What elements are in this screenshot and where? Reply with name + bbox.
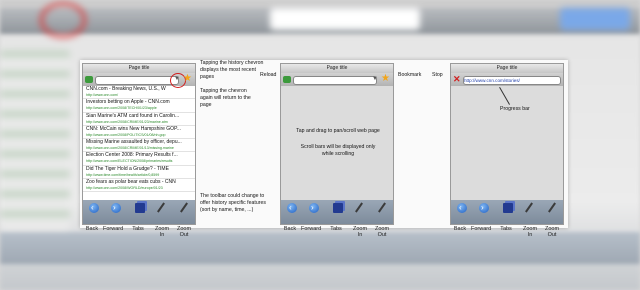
history-item-url: http://www.cnn.com/2008/CRIME/01/23/mari… [86, 119, 168, 124]
note-history: Tapping the history chevron displays the… [200, 60, 264, 80]
note-pan: Tap and drag to pan/scroll web page [296, 128, 380, 134]
tabs-icon[interactable] [503, 203, 513, 213]
url-bar: ▼ ★ [83, 73, 195, 88]
label-zoom-in: Zoom In [154, 226, 170, 238]
forward-icon[interactable]: › [111, 203, 121, 213]
bg-progress [560, 8, 630, 30]
phone-history: Page title ▼ ★ CNN.com - Breaking News, … [82, 63, 196, 225]
bg-list [0, 50, 70, 230]
note-bookmark: Bookmark [398, 72, 422, 78]
history-item[interactable]: Sian Marine's ATM card found in Carolin.… [83, 113, 195, 126]
history-item[interactable]: Election Center 2008: Primary Results f.… [83, 152, 195, 166]
bookmark-star-icon[interactable]: ★ [381, 74, 390, 84]
zoom-in-icon[interactable] [157, 202, 165, 213]
url-field[interactable] [95, 76, 179, 85]
zoom-in-icon[interactable] [355, 202, 363, 213]
history-item[interactable]: Missing Marine assaulted by officer, dep… [83, 139, 195, 153]
history-list: CNN.com - Breaking News, U.S., Whttp://w… [83, 86, 195, 193]
label-forward: Forward [471, 226, 492, 232]
history-item-title: CNN.com - Breaking News, U.S., W [86, 86, 166, 92]
label-zoom-out: Zoom Out [176, 226, 192, 238]
note-history-return: Tapping the chevron again will return to… [200, 88, 251, 108]
history-item-title: Did The Tiger Hold a Grudge? - TIME [86, 165, 169, 172]
back-icon[interactable]: ‹ [457, 203, 467, 213]
forward-icon[interactable]: › [479, 203, 489, 213]
zoom-out-icon[interactable] [378, 202, 386, 213]
url-bar: ✕ http://www.cnn.com/stories/ [451, 73, 563, 95]
label-tabs: Tabs [500, 226, 512, 232]
history-item[interactable]: Did The Tiger Hold a Grudge? - TIME http:… [83, 165, 195, 180]
web-content[interactable]: Tap and drag to pan/scroll web page Scro… [281, 86, 393, 202]
history-item-url: http://www.cnn.com/2008/CRIME/01/13/miss… [86, 146, 174, 151]
history-item-title: Zoo fears as polar bear eats cubs - CNN [86, 179, 176, 186]
history-item-title: CNN: McCain wins New Hampshire GOP... [86, 125, 181, 132]
note-toolbar-change: The toolbar could change to offer histor… [200, 193, 266, 213]
storyboard-sheet: Page title ▼ ★ CNN.com - Breaking News, … [80, 60, 568, 238]
label-tabs: Tabs [132, 226, 144, 232]
url-field[interactable]: http://www.cnn.com/stories/ [463, 76, 561, 85]
toolbar: ‹ › [451, 200, 563, 224]
page-title: Page title [83, 64, 195, 73]
history-item[interactable]: Zoo fears as polar bear eats cubs - CNN h… [83, 179, 195, 193]
tabs-icon[interactable] [333, 203, 343, 213]
chevron-down-icon[interactable]: ▼ [372, 76, 378, 82]
site-favicon-icon [85, 76, 93, 83]
history-item-title: Missing Marine assaulted by officer, dep… [86, 139, 182, 146]
history-item[interactable]: CNN: McCain wins New Hampshire GOP... htt… [83, 125, 195, 140]
history-item-url: http://www.cnn.com/2008/POLITICS/01/08/n… [86, 132, 166, 137]
note-reload: Reload [260, 72, 277, 78]
bg-highlight-ring [40, 2, 86, 38]
history-item-url: http://www.cnn.com/2008/WORLD/europe/01/… [86, 186, 163, 191]
label-zoom-in: Zoom In [522, 226, 538, 238]
label-back: Back [283, 226, 297, 232]
phone-loading: Page title ✕ http://www.cnn.com/stories/… [450, 63, 564, 225]
label-forward: Forward [301, 226, 322, 232]
note-progress: Progress bar [500, 106, 530, 112]
back-icon[interactable]: ‹ [89, 203, 99, 213]
history-item-url: http://www.cnn.com/ [86, 93, 119, 97]
label-zoom-out: Zoom Out [374, 226, 390, 238]
zoom-out-icon[interactable] [548, 202, 556, 213]
label-zoom-in: Zoom In [352, 226, 368, 238]
tabs-icon[interactable] [135, 203, 145, 213]
bookmark-star-icon[interactable]: ★ [183, 74, 192, 84]
history-item-url: http://www.cnn.com/2008/TECH/01/23/apple [86, 106, 157, 111]
history-item-title: Sian Marine's ATM card found in Carolin.… [86, 112, 180, 119]
history-item-url: http://www.time.com/time/health/article/… [86, 172, 160, 177]
history-item-title: Election Center 2008: Primary Results f.… [86, 152, 178, 159]
label-forward: Forward [103, 226, 124, 232]
zoom-out-icon[interactable] [180, 202, 188, 213]
toolbar: ‹ › [281, 200, 393, 224]
url-bar: ▼ ★ [281, 73, 393, 86]
label-back: Back [453, 226, 467, 232]
url-field[interactable] [293, 76, 377, 85]
history-item[interactable]: CNN.com - Breaking News, U.S., Whttp://w… [83, 86, 195, 100]
label-back: Back [85, 226, 99, 232]
history-item-title: Investors betting on Apple - CNN.com [86, 99, 170, 106]
page-title: Page title [451, 64, 563, 73]
stop-x-icon[interactable]: ✕ [453, 75, 461, 84]
label-zoom-out: Zoom Out [544, 226, 560, 238]
zoom-in-icon[interactable] [525, 202, 533, 213]
page-title: Page title [281, 64, 393, 73]
toolbar: ‹ › [83, 200, 195, 224]
phone-panning: Page title ▼ ★ Tap and drag to pan/scrol… [280, 63, 394, 225]
note-stop: Stop [432, 72, 443, 78]
web-content[interactable] [451, 86, 563, 202]
forward-icon[interactable]: › [309, 203, 319, 213]
history-item-url: http://www.cnn.com/ELECTION/2008/primari… [86, 159, 173, 164]
bg-urlfield [270, 8, 420, 30]
note-scrollbars: Scroll bars will be displayed only while… [300, 144, 376, 157]
site-favicon-icon [283, 76, 291, 83]
history-item[interactable]: Investors betting on Apple - CNN.com http… [83, 99, 195, 113]
back-icon[interactable]: ‹ [287, 203, 297, 213]
label-tabs: Tabs [330, 226, 342, 232]
